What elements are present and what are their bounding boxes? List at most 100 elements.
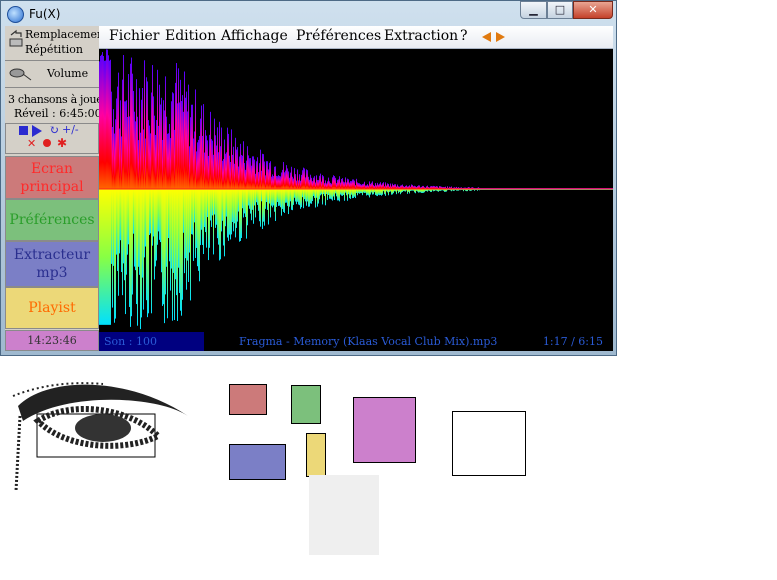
menu-preferences[interactable]: Préférences [296,28,381,44]
waveform-bar-top [176,63,177,189]
waveform-bar-bottom [259,189,260,222]
waveform-bar-top [150,133,151,189]
menu-affichage[interactable]: Affichage [221,28,288,44]
menu-extraction[interactable]: Extraction [384,28,458,44]
waveform-bar-bottom [109,189,110,325]
title-bar[interactable]: Fu(X) ▁ □ ✕ [1,1,616,27]
minimize-button[interactable]: ▁ [520,1,547,19]
waveform-bar-bottom [311,189,312,204]
waveform-bar-bottom [273,189,274,206]
waveform-bar-bottom [171,189,172,269]
waveform-bar-top [144,60,145,190]
volume-button[interactable]: Volume [5,61,99,88]
waveform-bar-bottom [314,189,315,198]
tab-mp3-extractor-label: Extracteur mp3 [13,247,91,281]
waveform-bar-top [376,185,377,189]
waveform-bar-top [300,180,301,189]
waveform-bar-top [278,175,279,189]
waveform-bar-bottom [320,189,321,196]
waveform-bar-top [393,185,394,189]
waveform-bar-bottom [165,189,166,295]
waveform-bar-bottom [252,189,253,210]
waveform-bar-bottom [330,189,331,199]
swatch-light-gray [309,475,379,555]
waveform-bar-top [331,183,332,189]
repeat-toggle[interactable]: Remplacement Répétition [5,26,108,61]
waveform-bar-top [341,178,342,189]
waveform-bar-bottom [177,189,178,321]
play-icon[interactable] [32,125,42,137]
waveform-bar-top [276,175,277,189]
waveform-bar-top [255,173,256,189]
waveform-bar-bottom [197,189,198,267]
app-icon[interactable] [7,6,24,23]
waveform-bar-bottom [309,189,310,207]
waveform-bar-bottom [190,189,191,301]
repeat-small-icon[interactable]: ↻ [49,123,59,137]
waveform-bar-top [277,176,278,189]
waveform-bar-bottom [287,189,288,206]
waveform-bar-top [352,179,353,189]
waveform-bar-top [290,172,291,189]
menu-fichier[interactable]: Fichier [109,28,160,44]
waveform-bar-bottom [325,189,326,206]
waveform-bar-top [240,143,241,189]
waveform-bar-top [379,183,380,189]
waveform-bar-top [261,170,262,189]
waveform-bar-bottom [230,189,231,240]
menu-edition[interactable]: Edition [165,28,216,44]
tab-preferences-label: Préférences [9,212,95,228]
waveform-bar-top [354,180,355,189]
waveform-bar-bottom [354,189,355,197]
delete-icon[interactable]: ✕ [27,137,36,150]
waveform-bar-bottom [400,189,401,195]
waveform-bar-bottom [209,189,210,248]
waveform-bar-bottom [398,189,399,194]
waveform-bar-top [330,182,331,189]
waveform-bar-bottom [120,189,121,241]
stop-icon[interactable] [19,126,28,135]
waveform-bar-bottom [319,189,320,200]
waveform-bar-top [356,178,357,189]
waveform-bar-bottom [107,189,108,325]
maximize-button[interactable]: □ [547,1,573,19]
waveform-bar-top [334,176,335,189]
star-icon[interactable]: ✱ [57,136,67,150]
waveform-bar-top [164,110,165,189]
waveform-bar-bottom [202,189,203,245]
waveform-bar-bottom [102,189,103,325]
close-button[interactable]: ✕ [573,1,613,19]
waveform-bar-top [130,63,131,189]
waveform-bar-bottom [381,189,382,196]
waveform-bar-bottom [147,189,148,318]
record-icon[interactable] [43,139,51,147]
waveform-bar-top [146,77,147,189]
waveform-bar-top [288,171,289,189]
waveform-bar-bottom [179,189,180,293]
waveform-bar-top [361,184,362,189]
waveform-bar-top [197,142,198,189]
waveform-bar-top [191,104,192,189]
waveform-bar-top [184,71,185,189]
tab-main-screen[interactable]: Ecran principal [5,156,99,199]
next-arrow-icon[interactable] [496,32,505,42]
waveform-bar-bottom [288,189,289,215]
waveform-bar-bottom [294,189,295,198]
waveform-bar-top [345,177,346,189]
waveform-bar-bottom [232,189,233,222]
waveform-bar-top [142,88,143,189]
menu-help[interactable]: ? [460,28,468,44]
tab-playlist[interactable]: Playist [5,287,99,329]
waveform-bar-top [400,185,401,189]
plus-minus-icon[interactable]: +/- [62,123,79,136]
waveform-bar-top [357,182,358,189]
tab-preferences[interactable]: Préférences [5,199,99,241]
waveform-bar-top [233,146,234,189]
waveform-bar-top [247,146,248,189]
tab-mp3-extractor[interactable]: Extracteur mp3 [5,241,99,287]
waveform-bar-bottom [420,189,421,193]
waveform-bar-bottom [375,189,376,196]
waveform-bar-top [272,174,273,189]
prev-arrow-icon[interactable] [482,32,491,42]
waveform-bar-bottom [407,189,408,194]
